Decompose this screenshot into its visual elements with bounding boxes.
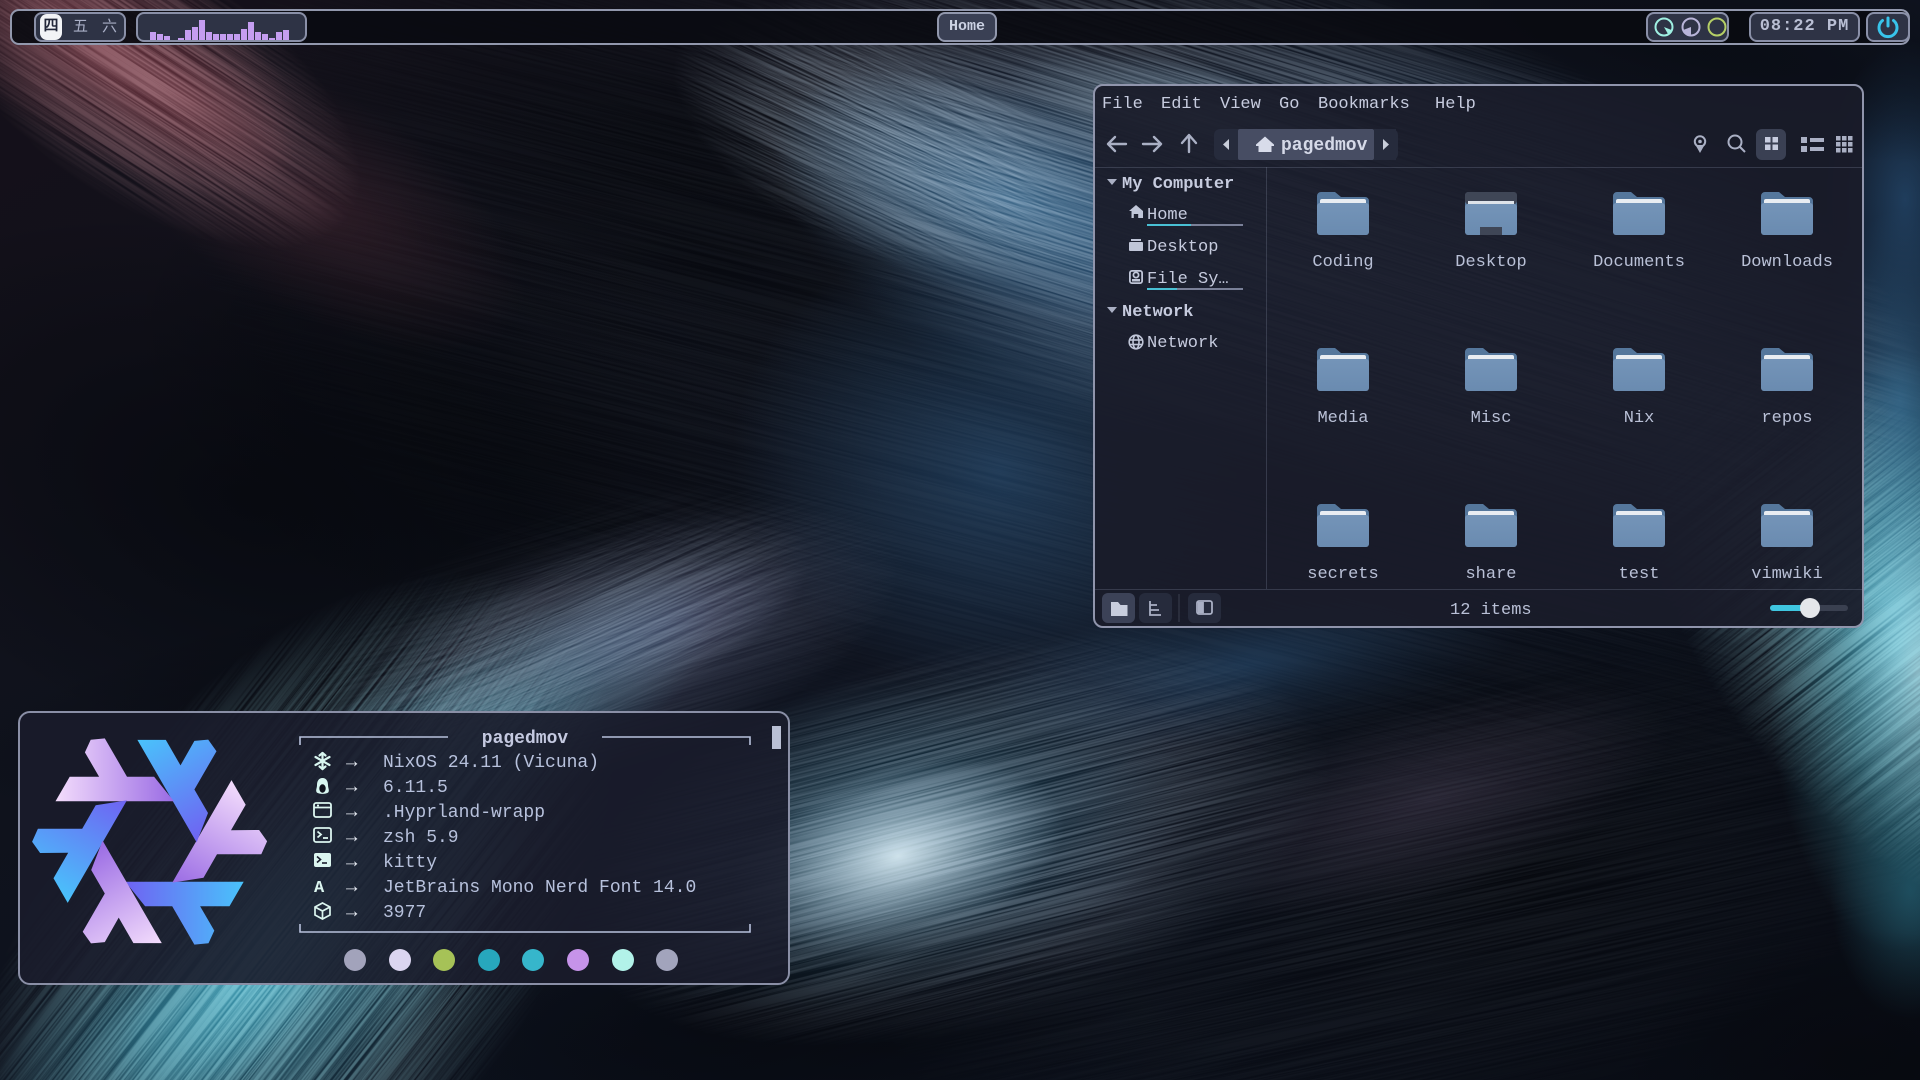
svg-text:→: → bbox=[346, 901, 358, 923]
svg-text:zsh 5.9: zsh 5.9 bbox=[383, 828, 459, 848]
svg-text:→: → bbox=[346, 751, 358, 773]
svg-text:→: → bbox=[346, 876, 358, 898]
svg-text:→: → bbox=[346, 826, 358, 848]
svg-text:→: → bbox=[346, 801, 358, 823]
svg-text:kitty: kitty bbox=[383, 853, 437, 873]
svg-text:6.11.5: 6.11.5 bbox=[383, 778, 448, 798]
svg-text:pagedmov: pagedmov bbox=[482, 729, 569, 749]
svg-text:3977: 3977 bbox=[383, 903, 426, 923]
svg-text:→: → bbox=[346, 776, 358, 798]
svg-text:.Hyprland-wrapp: .Hyprland-wrapp bbox=[383, 803, 545, 823]
svg-text:A: A bbox=[314, 879, 325, 898]
svg-text:NixOS 24.11 (Vicuna): NixOS 24.11 (Vicuna) bbox=[383, 753, 599, 773]
svg-text:→: → bbox=[346, 851, 358, 873]
svg-text:JetBrains Mono Nerd Font 14.0: JetBrains Mono Nerd Font 14.0 bbox=[383, 878, 696, 898]
